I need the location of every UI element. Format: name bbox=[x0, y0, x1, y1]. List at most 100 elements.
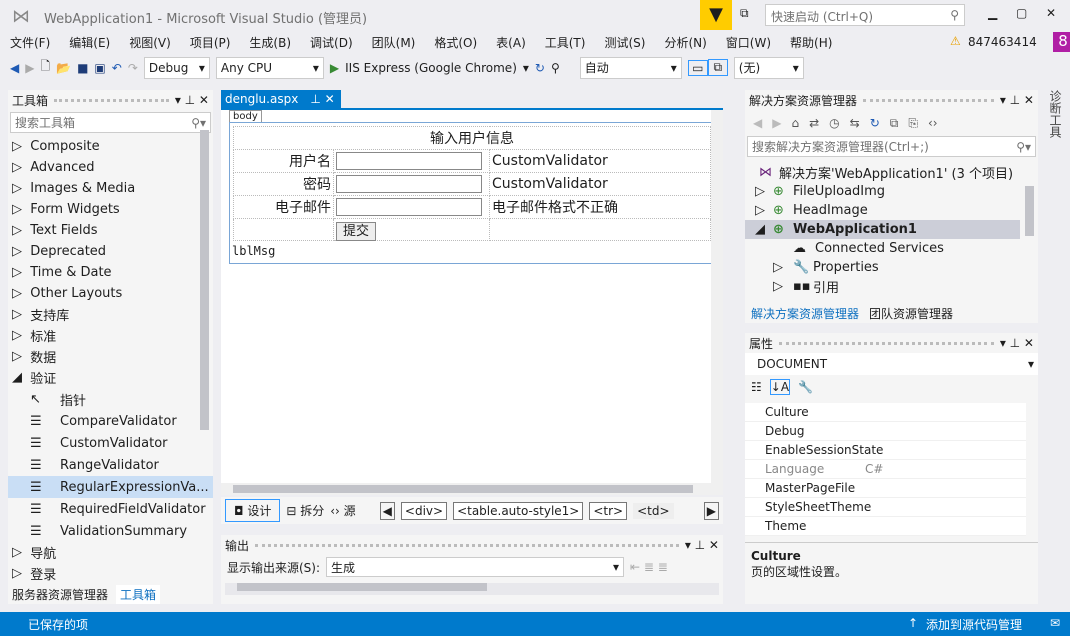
menu-edit[interactable]: 编辑(E) bbox=[69, 34, 110, 51]
menu-window[interactable]: 窗口(W) bbox=[726, 34, 771, 51]
toolbox-group[interactable]: ▷ Text Fields bbox=[8, 220, 213, 241]
horizontal-scrollbar[interactable] bbox=[221, 483, 723, 495]
swap-icon[interactable]: ⇆ bbox=[850, 116, 860, 130]
redo-icon[interactable]: ↷ bbox=[128, 61, 138, 75]
tree-item[interactable]: ☁ Connected Services bbox=[745, 239, 1038, 258]
property-row[interactable]: EnableSessionState bbox=[745, 441, 1026, 460]
toolbox-item-selected[interactable]: ☰ RegularExpressionVa... bbox=[8, 476, 213, 498]
menu-debug[interactable]: 调试(D) bbox=[310, 34, 353, 51]
position-icon[interactable]: ⧉ bbox=[707, 59, 728, 76]
refresh-icon[interactable]: ↻ bbox=[535, 61, 545, 75]
tab-denglu-aspx[interactable]: denglu.aspx ⊥ ✕ bbox=[221, 90, 341, 108]
tree-item[interactable]: ▷ 🔧 Properties bbox=[745, 258, 1038, 277]
property-row[interactable]: Theme bbox=[745, 517, 1026, 536]
config-select[interactable]: Debug ▾ bbox=[143, 56, 210, 79]
crumb-div[interactable]: <div> bbox=[400, 501, 448, 520]
browser-link-icon[interactable]: ⚲ bbox=[551, 61, 560, 75]
close-button[interactable]: ✕ bbox=[1046, 6, 1056, 20]
toolbox-item[interactable]: ☰ CustomValidator bbox=[8, 432, 213, 454]
source-view-button[interactable]: ‹› 源 bbox=[330, 502, 355, 519]
back-icon[interactable]: ◀ bbox=[753, 116, 762, 130]
crumb-table[interactable]: <table.auto-style1> bbox=[453, 501, 584, 520]
tree-item-selected[interactable]: ◢ ⊕ WebApplication1 bbox=[745, 220, 1020, 239]
output-source-select[interactable]: 生成 ▾ bbox=[326, 557, 625, 577]
back-icon[interactable]: ◀ bbox=[10, 61, 19, 75]
tab-server-explorer[interactable]: 服务器资源管理器 bbox=[12, 586, 108, 603]
side-tab-diagnostics[interactable]: 诊断工具 bbox=[1044, 90, 1064, 138]
property-row[interactable]: Language C# bbox=[745, 460, 1026, 479]
tree-solution-root[interactable]: ⋈ 解决方案'WebApplication1' (3 个项目) bbox=[745, 163, 1038, 182]
crumb-left-icon[interactable]: ◀ bbox=[379, 501, 395, 520]
categorized-icon[interactable]: ☷ bbox=[751, 380, 762, 394]
minimize-button[interactable]: ▁ bbox=[988, 6, 997, 20]
chevron-down-icon[interactable]: ▾ bbox=[523, 61, 529, 75]
undo-icon[interactable]: ↶ bbox=[112, 61, 122, 75]
split-view-button[interactable]: ⊟ 拆分 bbox=[286, 502, 324, 519]
toolbox-group[interactable]: ▷ Images & Media bbox=[8, 178, 213, 199]
save-all-icon[interactable]: ▣ bbox=[94, 61, 105, 75]
toolbox-group[interactable]: ▷ Composite bbox=[8, 136, 213, 157]
toolbox-scrollbar[interactable] bbox=[200, 130, 209, 430]
tab-toolbox[interactable]: 工具箱 bbox=[116, 584, 161, 604]
toolbox-group[interactable]: ▷ 数据 bbox=[8, 346, 213, 367]
menu-build[interactable]: 生成(B) bbox=[249, 34, 291, 51]
vertical-scrollbar[interactable] bbox=[711, 110, 723, 483]
notification-badge[interactable]: 8 bbox=[1053, 32, 1070, 52]
username-input[interactable] bbox=[336, 152, 482, 170]
output-toolbar-icons[interactable]: ⇤ ≣ ≣ bbox=[630, 560, 668, 574]
tree-item[interactable]: ▷ ⊕ FileUploadImg bbox=[745, 182, 1038, 201]
email-input[interactable] bbox=[336, 198, 482, 216]
menu-analyze[interactable]: 分析(N) bbox=[664, 34, 706, 51]
menu-test[interactable]: 测试(S) bbox=[604, 34, 645, 51]
style-select[interactable]: (无) ▾ bbox=[733, 56, 804, 79]
toolbox-item[interactable]: ☰ CompareValidator bbox=[8, 410, 213, 432]
tree-item[interactable]: ▷ ⊕ HeadImage bbox=[745, 201, 1038, 220]
crumb-tr[interactable]: <tr> bbox=[589, 501, 628, 520]
crumb-right-icon[interactable]: ▶ bbox=[703, 501, 719, 520]
property-row[interactable]: MasterPageFile bbox=[745, 479, 1026, 498]
tab-team-explorer[interactable]: 团队资源管理器 bbox=[869, 305, 953, 322]
toolbox-group-open[interactable]: ◢ 验证 bbox=[8, 367, 213, 388]
design-surface[interactable]: body 输入用户信息 用户名 CustomValidator 密码 CustomV… bbox=[221, 110, 723, 483]
wrench-icon[interactable]: 🔧 bbox=[798, 380, 813, 394]
tree-item[interactable]: ▷ ▪▪ 引用 bbox=[745, 277, 1038, 296]
toolbox-group[interactable]: ▷ 登录 bbox=[8, 563, 213, 584]
view-toggle-icon[interactable]: ▭ bbox=[687, 59, 708, 76]
pin-icon[interactable]: ▾ ⊥ ✕ bbox=[1000, 336, 1034, 350]
refresh-icon[interactable]: ↻ bbox=[870, 116, 880, 130]
quick-launch-input[interactable]: 快速启动 (Ctrl+Q) ⚲ bbox=[765, 4, 965, 26]
menu-file[interactable]: 文件(F) bbox=[10, 34, 50, 51]
pin-icon[interactable]: ▾ ⊥ ✕ bbox=[175, 93, 209, 107]
play-icon[interactable]: ▶ bbox=[330, 61, 339, 75]
crumb-td[interactable]: <td> bbox=[633, 502, 674, 519]
copy-icon[interactable]: ⎘ bbox=[908, 116, 918, 131]
menu-help[interactable]: 帮助(H) bbox=[790, 34, 832, 51]
menu-format[interactable]: 格式(O) bbox=[434, 34, 477, 51]
property-row[interactable]: StyleSheetTheme bbox=[745, 498, 1026, 517]
design-view-button[interactable]: ◘ 设计 bbox=[225, 499, 281, 522]
toolbox-search[interactable]: 搜索工具箱 ⚲▾ bbox=[10, 112, 211, 133]
toolbox-group[interactable]: ▷ 导航 bbox=[8, 542, 213, 563]
sync-icon[interactable]: ⇄ bbox=[809, 116, 819, 130]
toolbox-item[interactable]: ☰ RangeValidator bbox=[8, 454, 213, 476]
toolbox-group[interactable]: ▷ 标准 bbox=[8, 325, 213, 346]
toolbox-group[interactable]: ▷ Time & Date bbox=[8, 262, 213, 283]
account-name[interactable]: 847463414 bbox=[968, 35, 1037, 49]
solution-search[interactable]: 搜索解决方案资源管理器(Ctrl+;) ⚲▾ bbox=[747, 136, 1036, 157]
toolbox-group[interactable]: ▷ Other Layouts bbox=[8, 283, 213, 304]
run-button[interactable]: IIS Express (Google Chrome) bbox=[345, 61, 517, 75]
open-icon[interactable]: 📂 bbox=[56, 61, 71, 75]
properties-object-select[interactable]: DOCUMENT ▾ bbox=[745, 353, 1038, 375]
password-input[interactable] bbox=[336, 175, 482, 193]
property-row[interactable]: Culture bbox=[745, 403, 1026, 422]
pin-icon[interactable]: ▾ ⊥ ✕ bbox=[1000, 93, 1034, 107]
menu-tools[interactable]: 工具(T) bbox=[545, 34, 586, 51]
menu-view[interactable]: 视图(V) bbox=[129, 34, 171, 51]
toolbox-item[interactable]: ↖ 指针 bbox=[8, 388, 213, 410]
history-icon[interactable]: ◷ bbox=[829, 116, 839, 130]
feedback-icon[interactable]: ⧉ bbox=[740, 6, 749, 21]
save-icon[interactable]: ■ bbox=[77, 61, 88, 75]
toolbox-item[interactable]: ☰ RequiredFieldValidator bbox=[8, 498, 213, 520]
platform-select[interactable]: Any CPU ▾ bbox=[215, 56, 324, 79]
forward-icon[interactable]: ▶ bbox=[772, 116, 781, 130]
